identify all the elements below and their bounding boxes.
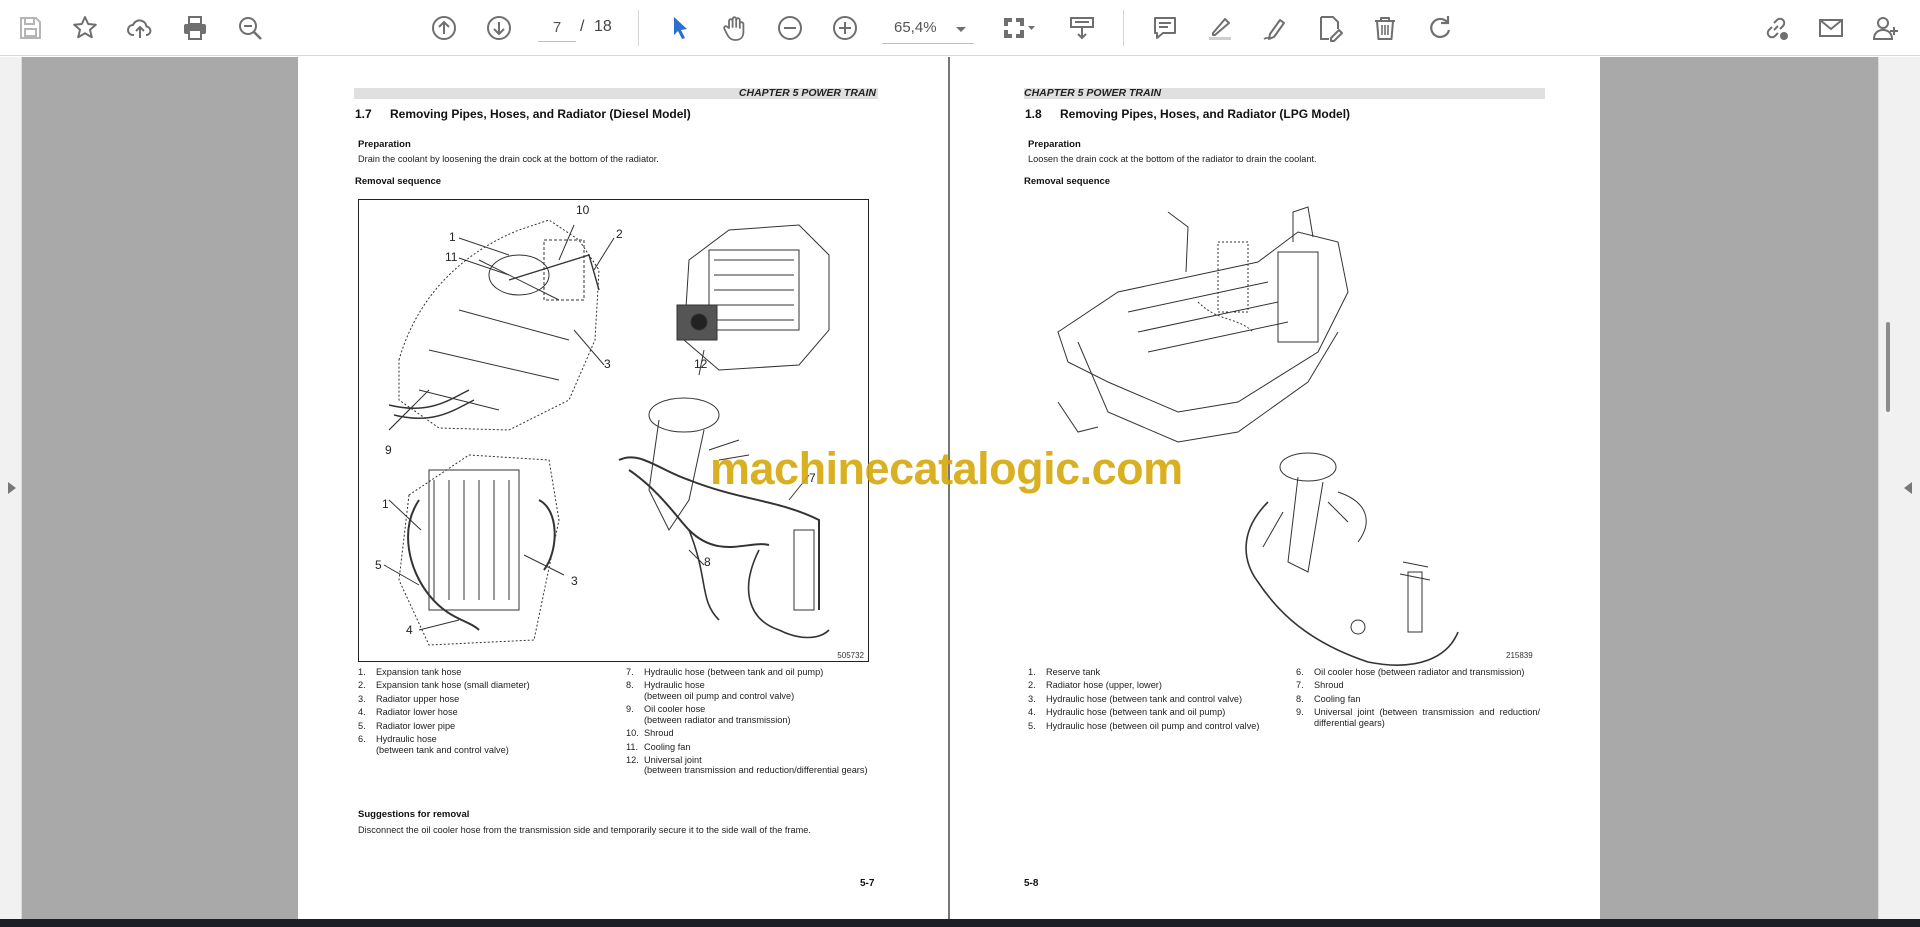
- callout-label: 12: [694, 357, 708, 371]
- next-page-icon[interactable]: [479, 8, 519, 48]
- section-title: Removing Pipes, Hoses, and Radiator (Die…: [390, 107, 691, 121]
- frame-hose-diagram: [1057, 206, 1459, 666]
- legend-list-col1: 1. Reserve tank 2. Radiator hose (upper, l…: [1028, 667, 1286, 734]
- legend-item: 3. Radiator upper hose: [358, 693, 460, 704]
- select-cursor-icon[interactable]: [660, 8, 700, 48]
- removal-sequence-heading: Removal sequence: [355, 176, 442, 187]
- legend-item: 10. Shroud: [626, 728, 674, 739]
- expand-left-panel-icon[interactable]: [6, 480, 18, 496]
- callout-label: 2: [616, 227, 623, 241]
- page-separator: /: [580, 18, 585, 35]
- callout-label: 3: [571, 574, 578, 588]
- preparation-heading: Preparation: [1028, 139, 1081, 150]
- zoom-out-icon[interactable]: [770, 8, 810, 48]
- legend-item: 4. Radiator lower hose: [358, 707, 458, 718]
- legend-list-col2: 7. Hydraulic hose (between tank and oil p…: [626, 667, 874, 779]
- legend-item: 9. Oil cooler hose (between radiator and …: [626, 704, 791, 725]
- legend-item: 5. Hydraulic hose (between oil pump and c…: [1028, 720, 1260, 731]
- add-user-icon[interactable]: [1866, 8, 1906, 48]
- section-title: Removing Pipes, Hoses, and Radiator (LPG…: [1060, 107, 1351, 121]
- section-number: 1.8: [1025, 107, 1042, 121]
- page-number-footer: 5-7: [860, 878, 875, 889]
- legend-item: 3. Hydraulic hose (between tank and contr…: [1028, 693, 1243, 704]
- callout-label: 9: [385, 443, 392, 457]
- previous-page-icon[interactable]: [424, 8, 464, 48]
- chapter-header-bar: CHAPTER 5 POWER TRAIN: [1024, 87, 1545, 99]
- zoom-level-value: 65,4%: [894, 19, 937, 36]
- preparation-text: Loosen the drain cock at the bottom of t…: [1028, 154, 1317, 164]
- zoom-in-icon[interactable]: [825, 8, 865, 48]
- toolbar-divider: [1123, 10, 1124, 46]
- draw-sign-icon[interactable]: [1255, 8, 1295, 48]
- redo-rotate-icon[interactable]: [1420, 8, 1460, 48]
- page-fit-icon[interactable]: [994, 8, 1042, 48]
- page-number-input[interactable]: [538, 14, 576, 42]
- callout-label: 1: [382, 497, 389, 511]
- preparation-text: Drain the coolant by loosening the drain…: [358, 154, 659, 164]
- legend-item: 5. Radiator lower pipe: [358, 720, 456, 731]
- callout-label: 1: [449, 230, 456, 244]
- legend-item: 7. Hydraulic hose (between tank and oil p…: [626, 667, 824, 677]
- edit-document-icon[interactable]: [1310, 8, 1350, 48]
- pdf-viewer-app: / 18 65,4%: [0, 0, 1920, 927]
- save-icon[interactable]: [10, 8, 50, 48]
- legend-item: 2. Radiator hose (upper, lower): [1028, 680, 1162, 691]
- legend-item: 7. Shroud: [1296, 680, 1344, 691]
- figure-id: 215839: [1506, 651, 1533, 660]
- total-pages: 18: [594, 18, 612, 35]
- callout-label: 11: [445, 250, 458, 264]
- expand-right-panel-icon[interactable]: [1902, 480, 1914, 496]
- legend-item: 6. Hydraulic hose (between tank and contr…: [358, 734, 509, 755]
- preparation-heading: Preparation: [358, 139, 411, 150]
- print-icon[interactable]: [175, 8, 215, 48]
- comment-icon[interactable]: [1145, 8, 1185, 48]
- section-number: 1.7: [355, 107, 372, 121]
- legend-item: 4. Hydraulic hose (between tank and oil p…: [1028, 707, 1226, 718]
- share-link-icon[interactable]: [1756, 8, 1796, 48]
- cloud-upload-icon[interactable]: [120, 8, 160, 48]
- legend-item: 12. Universal joint (between transmission…: [626, 755, 868, 776]
- suggestions-heading: Suggestions for removal: [358, 809, 470, 820]
- scroll-mode-icon[interactable]: [1062, 8, 1102, 48]
- vertical-scrollbar[interactable]: [1886, 322, 1890, 412]
- callout-label: 10: [576, 203, 590, 217]
- zoom-search-icon[interactable]: [230, 8, 270, 48]
- email-icon[interactable]: [1811, 8, 1851, 48]
- callout-label: 8: [704, 555, 711, 569]
- chapter-heading: CHAPTER 5 POWER TRAIN: [738, 87, 876, 99]
- removal-figure: 10 1 2 11 3 12 9 1 5 3 4 8 7 505732: [358, 199, 869, 662]
- callout-label: 4: [406, 623, 413, 637]
- legend-item: 6. Oil cooler hose (between radiator and …: [1296, 667, 1525, 677]
- legend-item: 2. Expansion tank hose (small diameter): [358, 680, 530, 691]
- figure-id: 505732: [837, 651, 864, 660]
- engine-hose-diagram: [383, 219, 830, 646]
- toolbar-divider: [638, 10, 639, 46]
- callout-label: 3: [604, 357, 611, 371]
- legend-item: 9. Universal joint (between transmission …: [1296, 707, 1540, 728]
- toolbar: / 18 65,4%: [0, 0, 1920, 56]
- delete-trash-icon[interactable]: [1365, 8, 1405, 48]
- page-number-footer: 5-8: [1024, 878, 1039, 889]
- legend-item: 1. Expansion tank hose: [358, 667, 462, 677]
- legend-item: 1. Reserve tank: [1028, 667, 1101, 677]
- bookmark-star-icon[interactable]: [65, 8, 105, 48]
- legend-item: 11. Cooling fan: [626, 741, 691, 752]
- watermark-text: machinecatalogic.com: [710, 443, 1183, 494]
- chevron-down-icon: [956, 27, 966, 32]
- taskbar-edge: [0, 919, 1920, 927]
- chapter-header-bar: CHAPTER 5 POWER TRAIN: [354, 87, 878, 99]
- legend-list-col2: 6. Oil cooler hose (between radiator and …: [1296, 667, 1550, 731]
- highlight-pen-icon[interactable]: [1200, 8, 1240, 48]
- hand-tool-icon[interactable]: [715, 8, 755, 48]
- removal-sequence-heading: Removal sequence: [1024, 176, 1111, 187]
- legend-item: 8. Hydraulic hose (between oil pump and c…: [626, 680, 795, 701]
- suggestions-text: Disconnect the oil cooler hose from the …: [358, 825, 811, 835]
- legend-list-col1: 1. Expansion tank hose 2. Expansion tank h…: [358, 667, 606, 758]
- legend-item: 8. Cooling fan: [1296, 693, 1361, 704]
- chapter-heading: CHAPTER 5 POWER TRAIN: [1024, 87, 1162, 99]
- callout-label: 5: [375, 558, 382, 572]
- zoom-level-select[interactable]: 65,4%: [882, 14, 974, 44]
